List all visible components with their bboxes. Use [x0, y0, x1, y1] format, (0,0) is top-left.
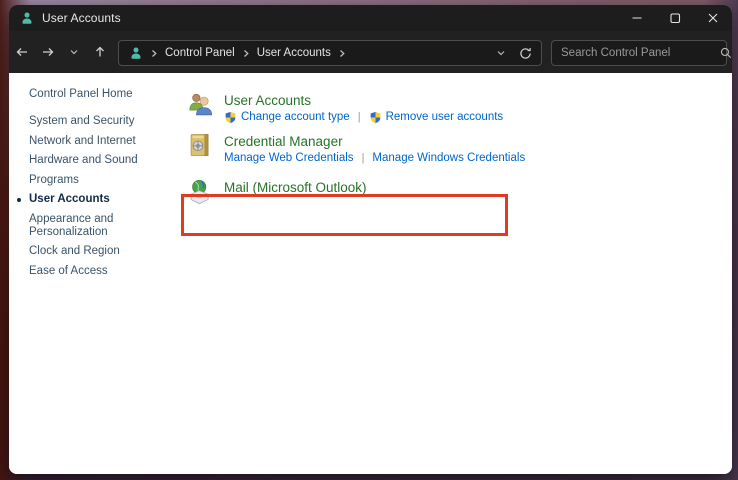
sidebar-item-hardware-and-sound[interactable]: Hardware and Sound: [29, 154, 151, 167]
mail-heading[interactable]: Mail (Microsoft Outlook): [224, 179, 367, 196]
up-arrow-icon: [92, 44, 108, 60]
sidebar-item-ease-of-access[interactable]: Ease of Access: [29, 265, 151, 278]
sidebar-item-appearance-and-personalization[interactable]: Appearance and Personalization: [29, 213, 151, 239]
user-accounts-heading[interactable]: User Accounts: [224, 92, 503, 109]
change-account-type-link[interactable]: Change account type: [224, 110, 350, 124]
search-input[interactable]: [552, 47, 719, 59]
recent-pages-button[interactable]: [61, 37, 87, 67]
sidebar-item-user-accounts[interactable]: User Accounts: [29, 193, 151, 206]
titlebar[interactable]: User Accounts: [9, 5, 732, 31]
search-box[interactable]: [551, 40, 727, 66]
address-dropdown-button[interactable]: [489, 41, 513, 65]
breadcrumb-root-icon: [129, 46, 143, 60]
forward-button[interactable]: [35, 37, 61, 67]
manage-web-credentials-link[interactable]: Manage Web Credentials: [224, 151, 354, 165]
section-mail: Mail (Microsoft Outlook): [187, 176, 367, 204]
mail-globe-icon: [187, 178, 213, 204]
breadcrumb-user-accounts[interactable]: User Accounts: [257, 47, 331, 59]
sidebar-item-programs[interactable]: Programs: [29, 174, 151, 187]
forward-arrow-icon: [40, 44, 56, 60]
up-button[interactable]: [87, 37, 113, 67]
sidebar-item-control-panel-home[interactable]: Control Panel Home: [29, 88, 151, 101]
caption-buttons: [618, 5, 732, 31]
sidebar-item-system-and-security[interactable]: System and Security: [29, 115, 151, 128]
minimize-icon: [629, 10, 645, 26]
chevron-down-icon: [495, 47, 507, 59]
minimize-button[interactable]: [618, 5, 656, 31]
remove-user-accounts-link[interactable]: Remove user accounts: [369, 110, 504, 124]
back-arrow-icon: [14, 44, 30, 60]
back-button[interactable]: [9, 37, 35, 67]
chevron-right-icon: [242, 49, 250, 58]
link-separator: |: [362, 151, 365, 165]
breadcrumb-control-panel[interactable]: Control Panel: [165, 47, 235, 59]
safe-icon: [187, 132, 213, 158]
manage-windows-credentials-link[interactable]: Manage Windows Credentials: [372, 151, 525, 165]
refresh-icon: [518, 46, 533, 61]
credential-manager-heading[interactable]: Credential Manager: [224, 133, 525, 150]
section-credential-manager: Credential Manager Manage Web Credential…: [187, 130, 525, 165]
maximize-button[interactable]: [656, 5, 694, 31]
sidebar-item-network-and-internet[interactable]: Network and Internet: [29, 135, 151, 148]
address-bar[interactable]: Control Panel User Accounts: [118, 40, 542, 66]
sidebar: Control Panel Home System and Security N…: [9, 73, 179, 284]
content-area: Control Panel Home System and Security N…: [9, 73, 732, 474]
link-separator: |: [358, 110, 361, 124]
refresh-button[interactable]: [513, 41, 537, 65]
navigation-bar: Control Panel User Accounts: [9, 31, 732, 73]
chevron-down-icon: [68, 46, 80, 58]
uac-shield-icon: [224, 111, 237, 124]
uac-shield-icon: [369, 111, 382, 124]
close-icon: [705, 10, 721, 26]
section-user-accounts: User Accounts Change account type: [187, 89, 503, 124]
sidebar-item-clock-and-region[interactable]: Clock and Region: [29, 245, 151, 258]
chevron-right-icon: [338, 49, 346, 58]
maximize-icon: [667, 10, 683, 26]
user-accounts-app-icon: [20, 11, 34, 25]
close-button[interactable]: [694, 5, 732, 31]
two-users-icon: [187, 91, 213, 117]
control-panel-window: User Accounts: [9, 5, 732, 474]
search-icon[interactable]: [719, 46, 732, 60]
chevron-right-icon: [150, 49, 158, 58]
window-title: User Accounts: [42, 11, 121, 25]
